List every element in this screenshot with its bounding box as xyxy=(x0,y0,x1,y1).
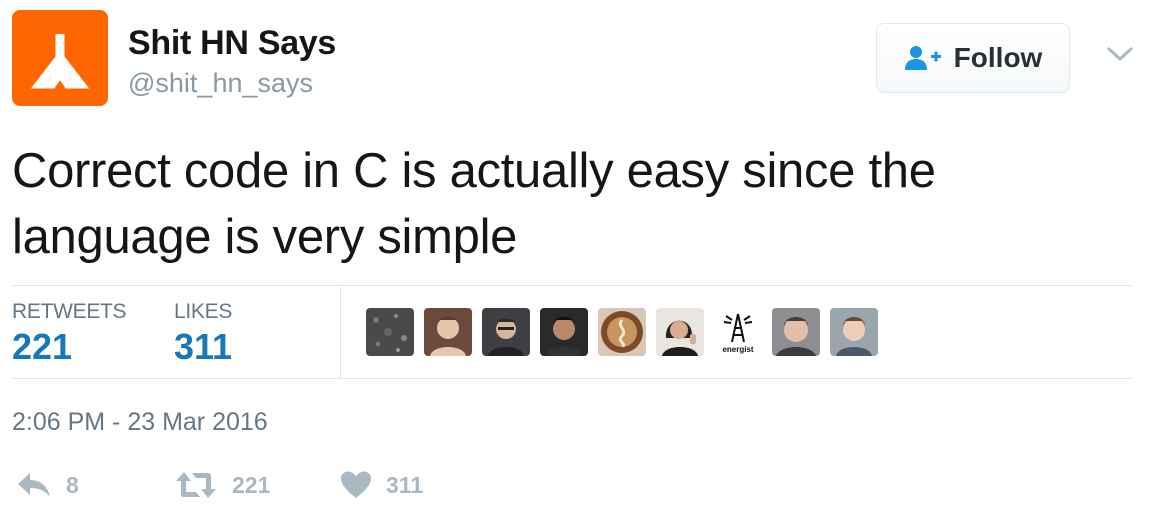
follow-button[interactable]: Follow xyxy=(876,23,1070,93)
user-avatar[interactable] xyxy=(12,10,108,106)
liker-avatar[interactable] xyxy=(424,308,472,356)
tweet-text-line: Correct code in C is actually easy since… xyxy=(12,144,936,198)
like-count: 311 xyxy=(386,471,424,498)
retweet-button[interactable]: 221 xyxy=(174,470,270,500)
liker-avatar[interactable] xyxy=(830,308,878,356)
reply-button[interactable]: 8 xyxy=(16,470,79,500)
retweets-label: RETWEETS xyxy=(12,300,127,323)
liker-avatar[interactable] xyxy=(482,308,530,356)
liker-avatars: energist xyxy=(366,308,878,356)
add-user-icon xyxy=(904,46,941,70)
liker-avatar[interactable] xyxy=(772,308,820,356)
reply-icon xyxy=(18,473,50,497)
liker-avatar[interactable] xyxy=(656,308,704,356)
hacker-news-logo-icon xyxy=(30,34,90,89)
tweet-card: Shit HN Says @shit_hn_says Follow Correc… xyxy=(0,0,1166,532)
user-handle[interactable]: @shit_hn_says xyxy=(128,68,313,99)
retweet-count: 221 xyxy=(232,471,271,498)
divider xyxy=(12,285,1132,286)
liker-avatar[interactable] xyxy=(366,308,414,356)
tweet-text: Correct code in C is actually easy since… xyxy=(12,138,1112,270)
likes-label: LIKES xyxy=(174,300,233,323)
retweets-stat[interactable]: RETWEETS 221 xyxy=(12,300,127,368)
like-button[interactable]: 311 xyxy=(340,470,423,500)
tweet-timestamp[interactable]: 2:06 PM - 23 Mar 2016 xyxy=(12,408,268,437)
divider xyxy=(12,378,1132,379)
heart-icon xyxy=(341,471,371,498)
retweet-icon xyxy=(176,472,216,498)
chevron-down-icon[interactable] xyxy=(1104,42,1136,66)
user-display-name[interactable]: Shit HN Says xyxy=(128,24,336,63)
stats-divider xyxy=(340,287,341,378)
energist-label: energist xyxy=(722,345,753,354)
liker-avatar[interactable]: energist xyxy=(714,308,762,356)
liker-avatar[interactable] xyxy=(598,308,646,356)
follow-label: Follow xyxy=(953,42,1043,73)
likes-stat[interactable]: LIKES 311 xyxy=(174,300,232,368)
likes-count: 311 xyxy=(174,326,233,367)
liker-avatar[interactable] xyxy=(540,308,588,356)
reply-count: 8 xyxy=(66,471,79,498)
tweet-text-line: language is very simple xyxy=(12,210,518,264)
retweets-count: 221 xyxy=(12,326,73,367)
